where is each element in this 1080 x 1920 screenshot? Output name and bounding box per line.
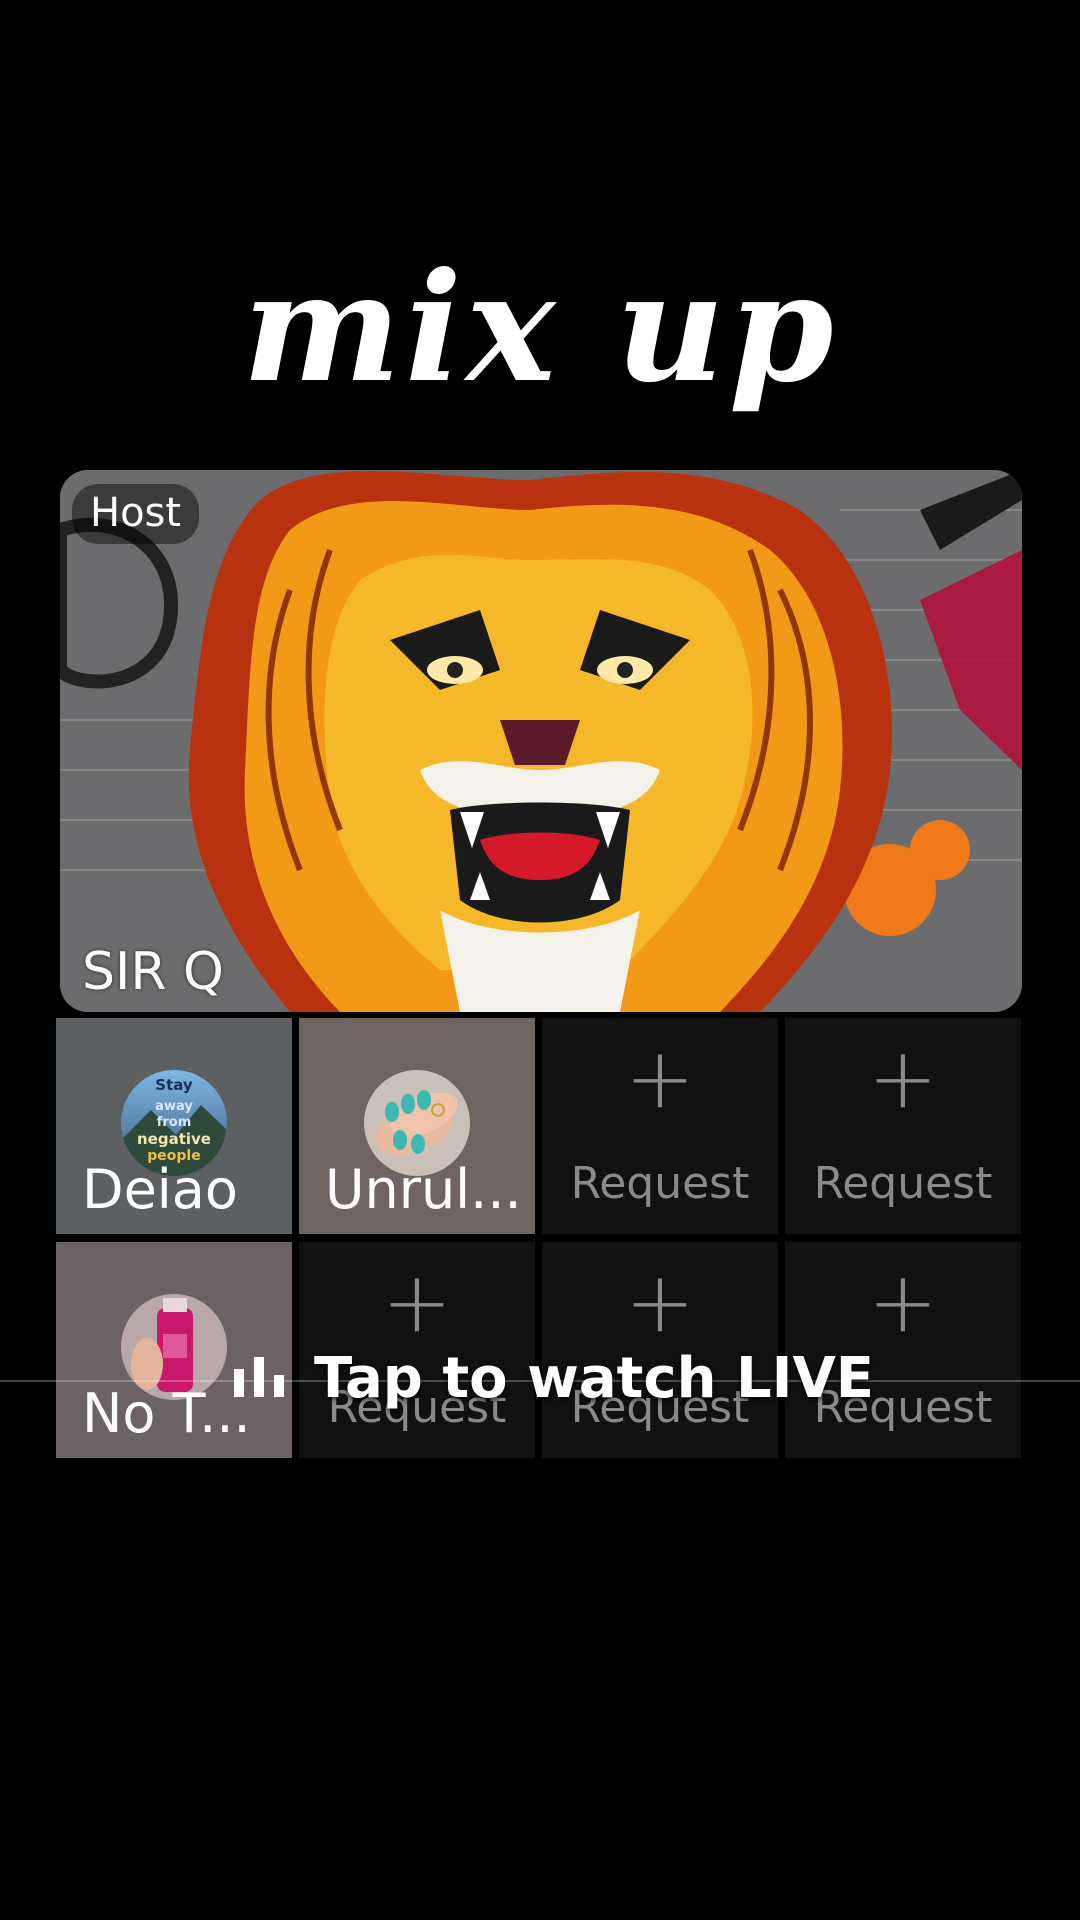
avatar-text-1: Stay — [155, 1076, 193, 1094]
guest-name: Unrul... — [325, 1158, 522, 1221]
request-label: Request — [813, 1158, 993, 1209]
request-slot[interactable]: + Request — [785, 1018, 1021, 1234]
stream-title: mix up — [242, 240, 838, 416]
plus-icon: + — [381, 1253, 453, 1351]
avatar-text-3: from — [157, 1115, 192, 1130]
guest-name: Deiao — [82, 1158, 238, 1221]
plus-icon: + — [624, 1029, 696, 1127]
avatar-text-2: away — [155, 1099, 193, 1114]
avatar-text-4: negative — [137, 1130, 211, 1148]
host-name: SIR Q — [82, 942, 224, 1002]
guest-slot-2[interactable]: Unrul... — [299, 1018, 535, 1234]
tap-to-watch-live-button[interactable]: Tap to watch LIVE — [232, 1346, 874, 1411]
audio-bars-icon — [232, 1346, 288, 1411]
host-video-card[interactable]: Host SIR Q — [60, 470, 1022, 1012]
live-screen[interactable]: mix up Host SIR Q Stay away from negativ… — [0, 0, 1080, 1920]
plus-icon: + — [867, 1029, 939, 1127]
live-cta-label: Tap to watch LIVE — [314, 1346, 875, 1411]
plus-icon: + — [867, 1253, 939, 1351]
guest-slot-1[interactable]: Stay away from negative people Deiao — [56, 1018, 292, 1234]
host-lion-artwork — [60, 470, 1022, 1012]
request-label: Request — [570, 1158, 750, 1209]
request-slot[interactable]: + Request — [542, 1018, 778, 1234]
host-badge: Host — [72, 484, 200, 544]
plus-icon: + — [624, 1253, 696, 1351]
guest-name: No T... — [82, 1382, 251, 1445]
